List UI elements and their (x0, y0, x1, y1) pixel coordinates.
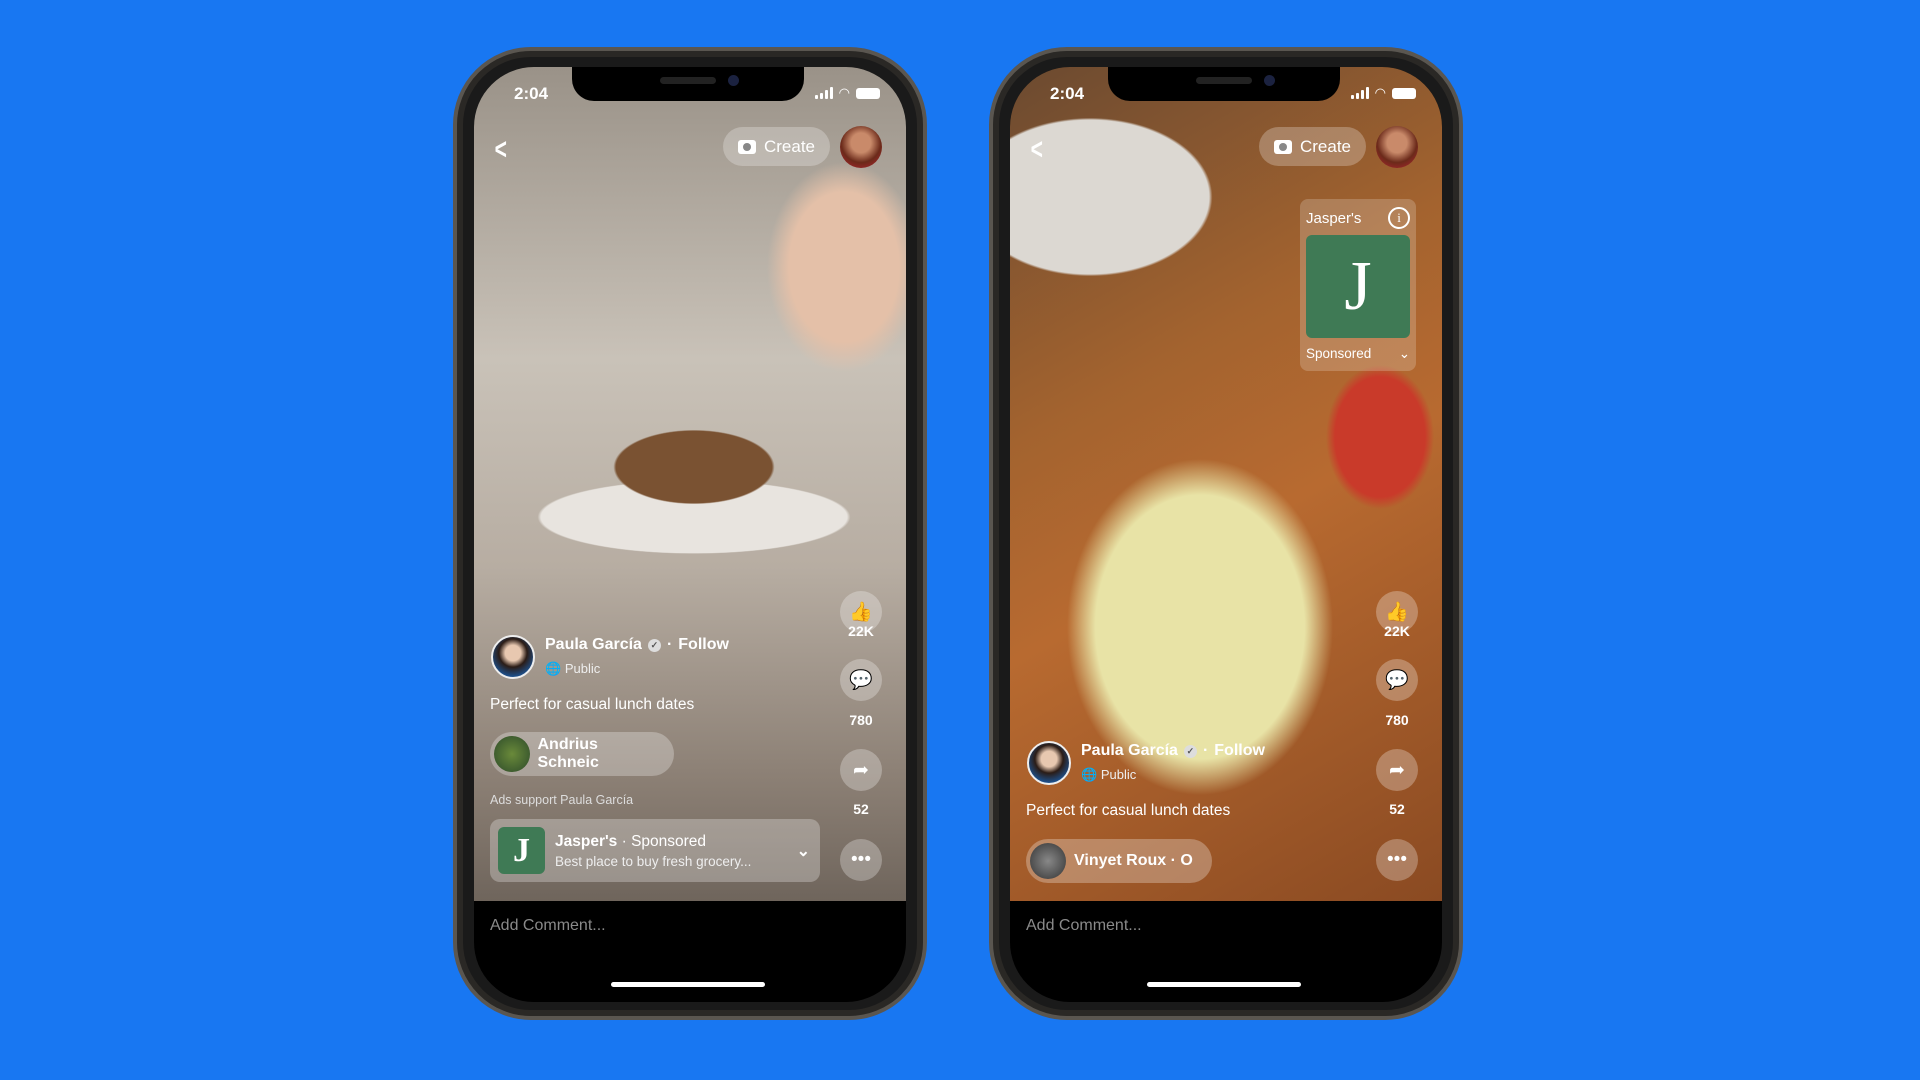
status-icons: ◠ (1350, 85, 1416, 101)
sponsored-ad-card[interactable]: J Jasper's · Sponsored Best place to buy … (490, 819, 820, 882)
ads-support-text: Ads support Paula García (490, 793, 634, 807)
create-label: Create (1299, 136, 1352, 156)
wifi-icon: ◠ (838, 85, 850, 100)
create-label: Create (763, 136, 816, 156)
comment-button[interactable]: 💬 (840, 659, 882, 701)
music-label: Andrius Schneic (537, 736, 599, 771)
share-count: 52 (1389, 801, 1405, 817)
like-count: 22K (848, 623, 874, 639)
more-icon: ••• (1387, 849, 1407, 870)
ad-description: Best place to buy fresh grocery... (555, 853, 752, 869)
author-name[interactable]: Paula García (1081, 742, 1178, 760)
notch (572, 67, 804, 101)
separator: · (666, 636, 673, 653)
screen: < Create Jasper's i J Sponsored ⌄ 👍 22K 💬 … (1010, 67, 1442, 1002)
chevron-down-icon[interactable]: ⌄ (797, 841, 810, 861)
chevron-down-icon[interactable]: ⌄ (1399, 346, 1410, 362)
comment-button[interactable]: 💬 (1376, 659, 1418, 701)
add-comment-input[interactable]: Add Comment... (1026, 917, 1142, 935)
comment-count: 780 (1385, 712, 1409, 728)
author-avatar[interactable] (491, 635, 535, 679)
music-avatar (494, 736, 530, 772)
status-time: 2:04 (1050, 84, 1085, 103)
like-count: 22K (1384, 623, 1410, 639)
comment-count: 780 (849, 712, 873, 728)
caption: Perfect for casual lunch dates (1026, 802, 1231, 819)
share-icon: ➦ (853, 759, 869, 781)
audience: 🌐 Public (545, 661, 600, 677)
camera-icon (737, 139, 756, 154)
caption: Perfect for casual lunch dates (490, 696, 695, 713)
back-icon[interactable]: < (1031, 133, 1043, 167)
author-row: Paula García ✓ · Follow (545, 636, 729, 654)
author-name[interactable]: Paula García (545, 636, 642, 654)
more-button[interactable]: ••• (1376, 839, 1418, 881)
more-button[interactable]: ••• (840, 839, 882, 881)
follow-button[interactable]: Follow (1214, 742, 1265, 760)
home-indicator (1147, 982, 1301, 987)
author-avatar[interactable] (1027, 741, 1071, 785)
notch (1108, 67, 1340, 101)
music-label: Vinyet Roux · O (1074, 852, 1193, 869)
home-indicator (611, 982, 765, 987)
music-avatar (1030, 843, 1066, 879)
jaspers-logo: J (498, 827, 545, 874)
share-button[interactable]: ➦ (840, 749, 882, 791)
phone-right: < Create Jasper's i J Sponsored ⌄ 👍 22K 💬 … (989, 47, 1463, 1020)
thumbs-up-icon: 👍 (1385, 602, 1409, 623)
globe-icon: 🌐 (545, 661, 562, 676)
share-button[interactable]: ➦ (1376, 749, 1418, 791)
separator: · (1202, 742, 1209, 759)
create-button[interactable]: Create (723, 127, 830, 166)
signal-icon (1350, 87, 1369, 99)
ad-brand: Jasper's (555, 832, 618, 850)
share-icon: ➦ (1389, 759, 1405, 781)
create-button[interactable]: Create (1259, 127, 1366, 166)
verified-icon: ✓ (1183, 744, 1197, 758)
ad-sponsored: Sponsored (1306, 346, 1372, 361)
audience-label: Public (564, 661, 601, 676)
camera-icon (1273, 139, 1292, 154)
audience-label: Public (1100, 767, 1137, 782)
reel-video[interactable]: < Create 👍 22K 💬 780 ➦ 52 ••• Paula Garc… (474, 67, 906, 901)
phone-left: < Create 👍 22K 💬 780 ➦ 52 ••• Paula Garc… (453, 47, 927, 1020)
more-icon: ••• (851, 849, 871, 870)
comment-icon: 💬 (849, 670, 873, 691)
verified-icon: ✓ (647, 638, 661, 652)
music-pill[interactable]: Vinyet Roux · O (1026, 839, 1212, 883)
globe-icon: 🌐 (1081, 767, 1098, 782)
comment-icon: 💬 (1385, 670, 1409, 691)
wifi-icon: ◠ (1374, 85, 1386, 100)
audience: 🌐 Public (1081, 767, 1136, 783)
follow-button[interactable]: Follow (678, 636, 729, 654)
info-icon[interactable]: i (1388, 207, 1410, 229)
ad-sponsored: · Sponsored (617, 832, 707, 850)
add-comment-input[interactable]: Add Comment... (490, 917, 606, 935)
profile-avatar[interactable] (840, 126, 882, 168)
signal-icon (814, 87, 833, 99)
author-row: Paula García ✓ · Follow (1081, 742, 1265, 760)
ad-brand: Jasper's (1306, 209, 1362, 227)
share-count: 52 (853, 801, 869, 817)
music-pill[interactable]: Andrius Schneic (490, 732, 674, 776)
battery-icon (856, 87, 880, 99)
thumbs-up-icon: 👍 (849, 602, 873, 623)
reel-video[interactable]: < Create Jasper's i J Sponsored ⌄ 👍 22K 💬 … (1010, 67, 1442, 901)
battery-icon (1392, 87, 1416, 99)
sponsored-ad-panel[interactable]: Jasper's i J Sponsored ⌄ (1300, 199, 1416, 371)
jaspers-ad-image: J (1306, 235, 1410, 338)
status-icons: ◠ (814, 85, 880, 101)
screen: < Create 👍 22K 💬 780 ➦ 52 ••• Paula Garc… (474, 67, 906, 1002)
status-time: 2:04 (514, 84, 549, 103)
profile-avatar[interactable] (1376, 126, 1418, 168)
back-icon[interactable]: < (495, 133, 507, 167)
